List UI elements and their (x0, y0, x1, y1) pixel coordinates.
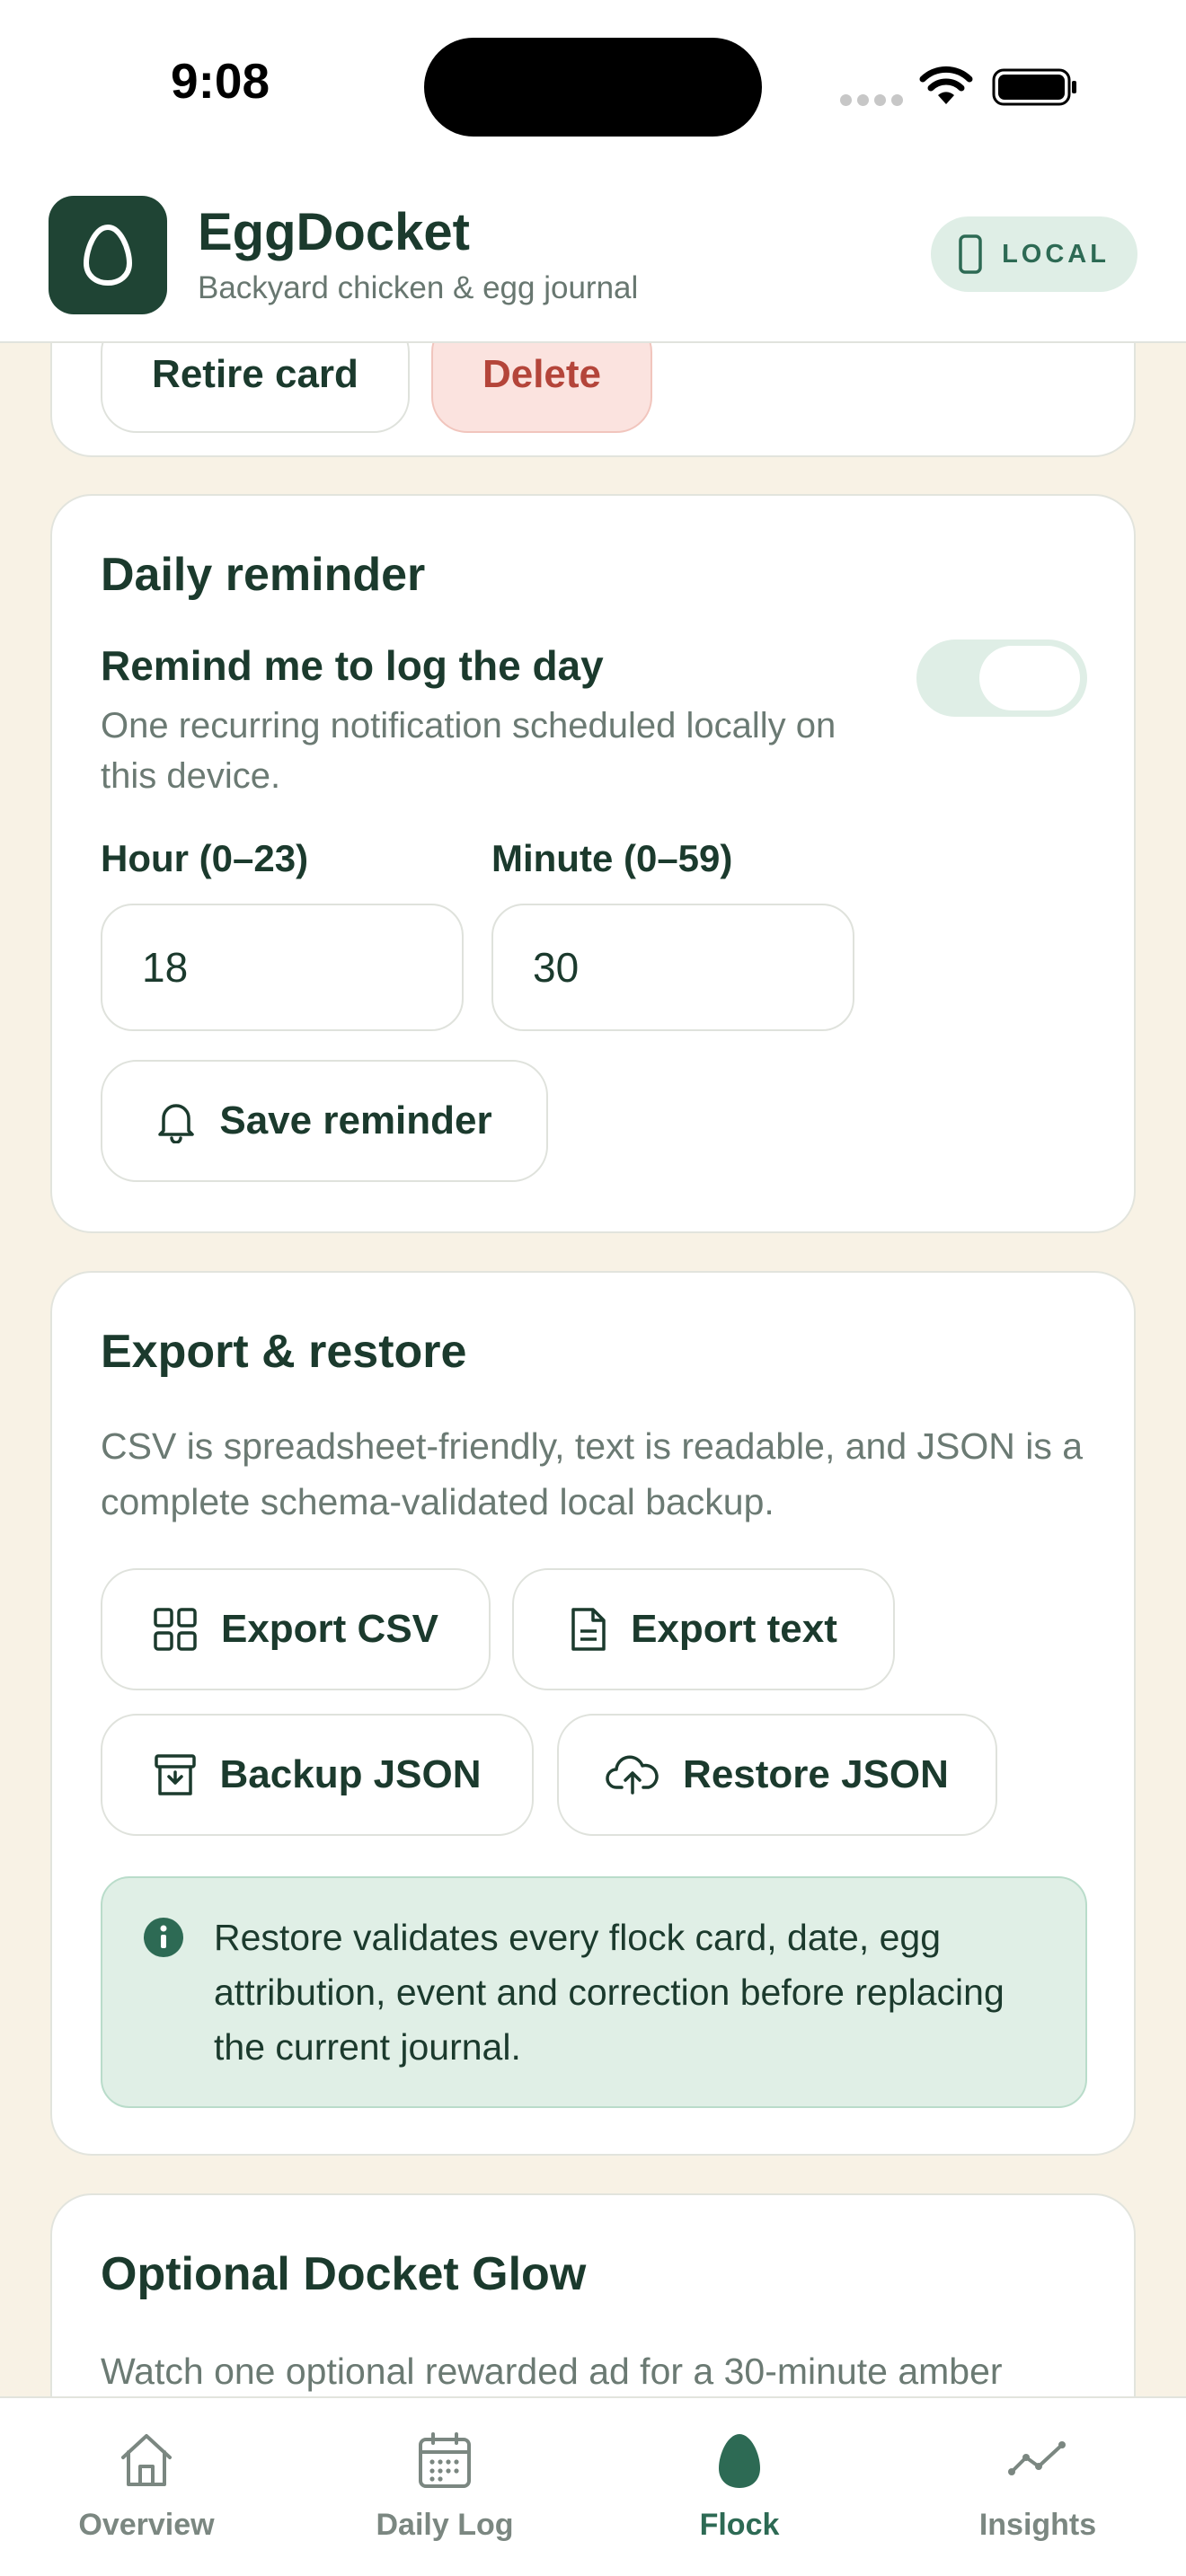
backup-json-button[interactable]: Backup JSON (101, 1714, 534, 1836)
storage-badge[interactable]: LOCAL (931, 216, 1137, 292)
battery-icon (992, 68, 1076, 106)
info-icon (144, 1918, 183, 1957)
egg-icon (719, 2434, 760, 2488)
restore-json-label: Restore JSON (683, 1752, 949, 1796)
trend-icon (1008, 2441, 1066, 2475)
tab-overview-label: Overview (78, 2508, 215, 2542)
export-csv-label: Export CSV (220, 1607, 439, 1651)
minute-label: Minute (0–59) (491, 837, 733, 879)
tab-flock[interactable]: Flock (627, 2430, 852, 2543)
calendar-icon (419, 2432, 471, 2488)
house-icon (121, 2434, 172, 2486)
tab-flock-label: Flock (699, 2508, 780, 2542)
app-subtitle: Backyard chicken & egg journal (198, 270, 639, 305)
bottom-tab-bar: Overview Daily Log Flock Insights (0, 2396, 1186, 2576)
export-description: CSV is spreadsheet-friendly, text is rea… (101, 1425, 1084, 1522)
export-restore-card: Export & restore CSV is spreadsheet-frie… (50, 1271, 1136, 2156)
export-text-button[interactable]: Export text (512, 1568, 895, 1690)
tab-insights-label: Insights (978, 2508, 1097, 2542)
phone-icon (959, 234, 982, 274)
app-logo (49, 196, 167, 314)
grid-icon (154, 1608, 197, 1651)
export-text-label: Export text (631, 1607, 837, 1651)
export-csv-button[interactable]: Export CSV (101, 1568, 491, 1690)
status-time: 9:08 (171, 53, 270, 109)
reminder-toggle-title: Remind me to log the day (101, 642, 604, 689)
app-header: EggDocket Backyard chicken & egg journal… (0, 175, 1186, 343)
save-reminder-button[interactable]: Save reminder (101, 1060, 548, 1182)
docket-glow-description: Watch one optional rewarded ad for a 30-… (101, 2351, 1003, 2392)
cloud-upload-icon (606, 1755, 659, 1795)
daily-reminder-title: Daily reminder (101, 549, 426, 601)
tab-daily-log[interactable]: Daily Log (332, 2430, 557, 2543)
app-title: EggDocket (198, 203, 470, 261)
egg-logo-icon (83, 224, 133, 287)
reminder-toggle[interactable] (916, 640, 1087, 717)
daily-reminder-card: Daily reminder Remind me to log the day … (50, 494, 1136, 1233)
restore-info-text: Restore validates every flock card, date… (214, 1917, 1005, 2068)
backup-json-label: Backup JSON (219, 1752, 482, 1796)
export-restore-title: Export & restore (101, 1326, 467, 1378)
minute-input[interactable]: 30 (491, 904, 854, 1031)
restore-json-button[interactable]: Restore JSON (557, 1714, 997, 1836)
toggle-knob (979, 646, 1080, 710)
restore-info-banner: Restore validates every flock card, date… (101, 1876, 1087, 2108)
docket-glow-title: Optional Docket Glow (101, 2248, 587, 2300)
reminder-toggle-description: One recurring notification scheduled loc… (101, 706, 836, 796)
tab-overview[interactable]: Overview (34, 2430, 259, 2543)
archive-icon (154, 1754, 196, 1795)
dynamic-island (424, 38, 762, 137)
cellular-signal-icon (840, 94, 908, 110)
tab-daily-log-label: Daily Log (376, 2508, 514, 2542)
document-icon (571, 1608, 606, 1651)
save-reminder-label: Save reminder (219, 1098, 492, 1142)
tab-insights[interactable]: Insights (925, 2430, 1150, 2543)
wifi-icon (919, 66, 973, 104)
hour-input[interactable]: 18 (101, 904, 464, 1031)
hour-label: Hour (0–23) (101, 837, 309, 879)
app-screen: 9:08 EggDocket Backyard chicken & egg jo… (0, 0, 1186, 2576)
storage-badge-label: LOCAL (1002, 239, 1110, 269)
bell-icon (158, 1104, 195, 1143)
status-bar: 9:08 (0, 0, 1186, 175)
